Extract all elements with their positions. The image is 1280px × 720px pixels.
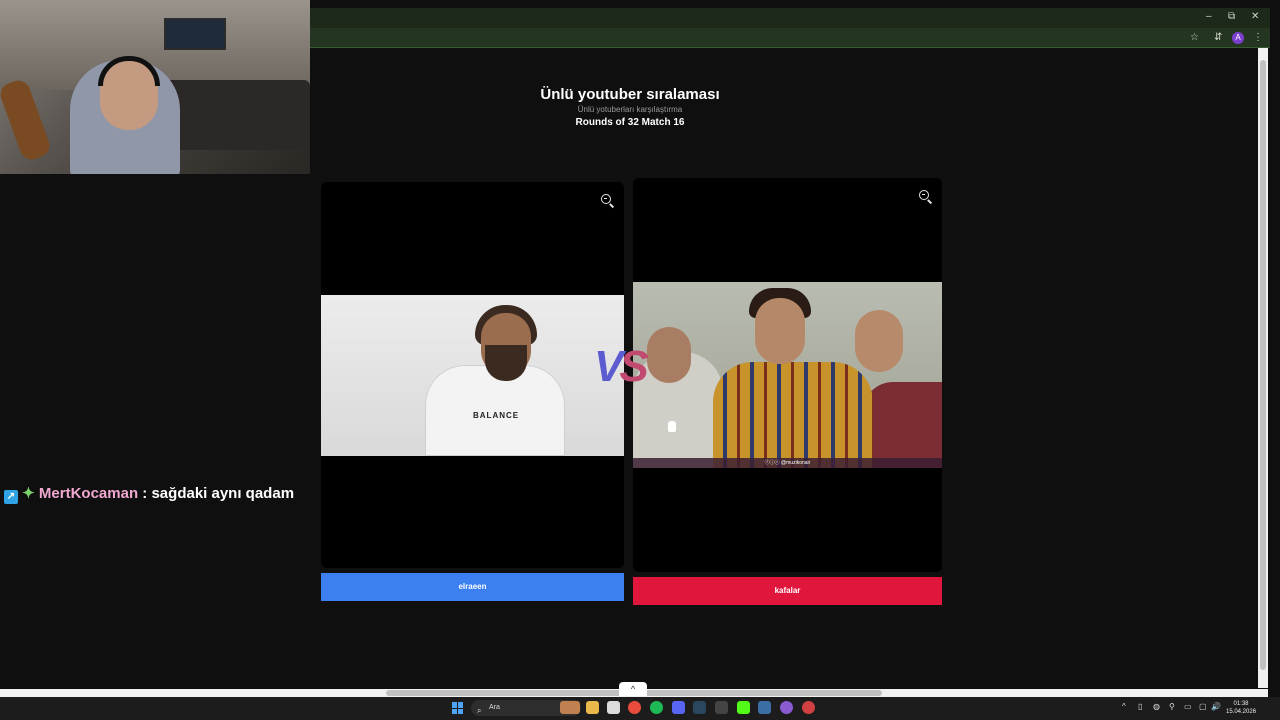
round-label: Rounds of 32 Match 16	[575, 117, 685, 128]
discord-icon[interactable]	[672, 701, 685, 714]
windows-start-icon[interactable]	[452, 702, 464, 714]
candidate-image-right[interactable]: ⓕⓘⓣ @muzikonair	[633, 282, 942, 468]
select-left-button[interactable]: elraeen	[321, 573, 624, 601]
steam-icon[interactable]	[693, 701, 706, 714]
chat-text: sağdaki aynı qadam	[151, 485, 295, 502]
clock-date: 15.04.2026	[1226, 709, 1257, 715]
browser-titlebar	[310, 8, 1270, 28]
profile-avatar[interactable]: A	[1232, 32, 1244, 44]
hand-cursor-icon	[668, 421, 676, 432]
restore-icon[interactable]: ⧉	[1228, 11, 1235, 22]
vs-letter-s: S	[619, 342, 648, 391]
candidate-card-right[interactable]: ⓕⓘⓣ @muzikonair	[633, 178, 942, 572]
bookmark-star-icon[interactable]: ☆	[1190, 32, 1199, 43]
system-clock[interactable]: 01:38 15.04.2026	[1226, 700, 1256, 716]
menu-kebab-icon[interactable]: ⋮	[1253, 32, 1263, 43]
close-icon[interactable]: ✕	[1251, 11, 1259, 22]
zoom-in-icon[interactable]	[919, 190, 933, 204]
person-3-body	[863, 382, 942, 468]
person-2-head	[755, 298, 805, 364]
vs-letter-v: V	[594, 342, 623, 391]
chat-separator: :	[138, 485, 152, 502]
tray-overflow-icon[interactable]: ^	[1122, 702, 1126, 711]
wifi-icon[interactable]: ▢	[1199, 702, 1207, 711]
screen: – ⧉ ✕ ☆ ⇵ A ⋮ ↗ ✦ MertKocaman : sağdaki …	[0, 0, 1280, 720]
shirt-text: BALANCE	[473, 411, 520, 420]
clock-time: 01:38	[1233, 701, 1249, 707]
webcam-poster	[164, 18, 226, 50]
volume-icon[interactable]: 🔊	[1211, 702, 1221, 711]
kick-icon[interactable]	[737, 701, 750, 714]
spotify-icon[interactable]	[650, 701, 663, 714]
webcam-overlay	[0, 0, 310, 174]
zoom-in-icon[interactable]	[601, 194, 615, 208]
vpn-icon[interactable]	[758, 701, 771, 714]
sparkle-badge-icon: ✦	[22, 485, 35, 502]
network-icon[interactable]: ◍	[1153, 702, 1160, 711]
search-placeholder: Ara	[489, 704, 500, 711]
image-watermark: ⓕⓘⓣ @muzikonair	[633, 458, 942, 468]
file-explorer-icon[interactable]	[586, 701, 599, 714]
page-title: Ünlü youtuber sıralaması	[540, 86, 720, 103]
microphone-icon[interactable]: ⚲	[1169, 702, 1175, 711]
vertical-scrollbar[interactable]	[1258, 48, 1268, 688]
person-2-body	[713, 362, 873, 468]
battery-icon[interactable]: ▯	[1138, 702, 1142, 711]
app-icon[interactable]	[802, 701, 815, 714]
browser-icon[interactable]	[780, 701, 793, 714]
store-icon[interactable]	[607, 701, 620, 714]
chat-username: MertKocaman	[38, 485, 139, 502]
expand-chevron-icon[interactable]: ^	[619, 682, 647, 696]
search-icon: ⌕	[477, 706, 482, 715]
widgets-icon[interactable]	[560, 701, 580, 714]
obs-icon[interactable]	[715, 701, 728, 714]
candidate-card-left[interactable]: BALANCE	[321, 182, 624, 568]
chat-message: ↗ ✦ MertKocaman : sağdaki aynı qadam	[4, 484, 294, 504]
webcam-guitar	[0, 77, 53, 163]
browser-toolbar	[310, 28, 1270, 48]
reading-list-icon[interactable]: ⇵	[1214, 32, 1222, 43]
vertical-scroll-thumb[interactable]	[1260, 60, 1266, 670]
arrow-badge-icon: ↗	[4, 490, 18, 504]
vs-label: VS	[594, 342, 649, 392]
minimize-icon[interactable]: –	[1206, 11, 1212, 22]
select-right-button[interactable]: kafalar	[633, 577, 942, 605]
person-1-head	[647, 327, 691, 383]
person-3-head	[855, 310, 903, 372]
candidate-image-left[interactable]: BALANCE	[321, 295, 624, 456]
page-subtitle: Ünlü yotuberları karşılaştırma	[577, 105, 683, 114]
chrome-icon[interactable]	[628, 701, 641, 714]
display-icon[interactable]: ▭	[1184, 702, 1192, 711]
